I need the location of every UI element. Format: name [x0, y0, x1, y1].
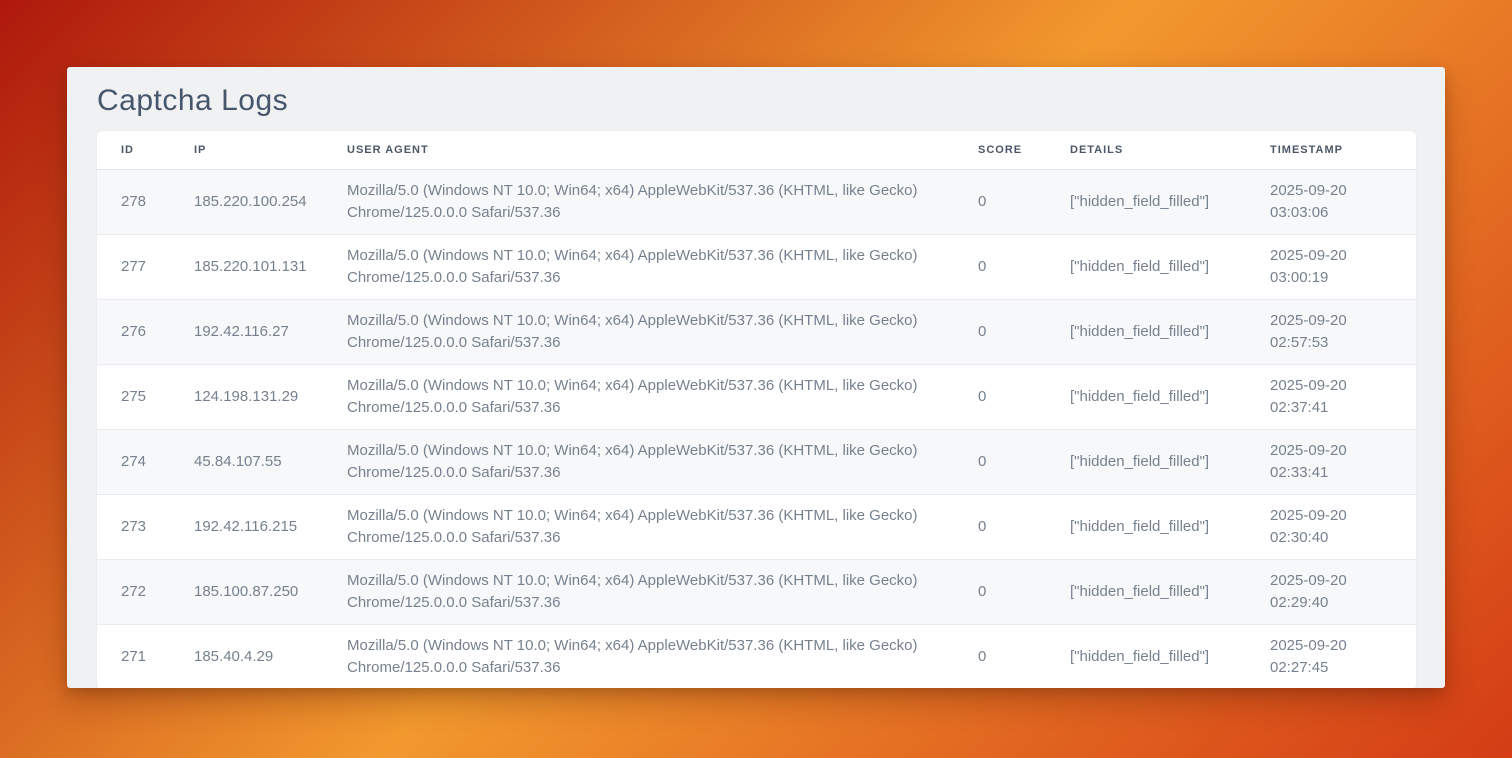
cell-timestamp: 2025-09-20 02:27:45 — [1246, 624, 1416, 688]
cell-id: 276 — [97, 299, 170, 364]
cell-ip: 185.100.87.250 — [170, 559, 323, 624]
cell-details: ["hidden_field_filled"] — [1046, 364, 1246, 429]
column-header-score: SCORE — [954, 131, 1046, 169]
cell-id: 275 — [97, 364, 170, 429]
cell-score: 0 — [954, 429, 1046, 494]
cell-timestamp: 2025-09-20 02:29:40 — [1246, 559, 1416, 624]
table-header: ID IP USER AGENT SCORE DETAILS TIMESTAMP — [97, 131, 1416, 169]
cell-score: 0 — [954, 299, 1046, 364]
cell-details: ["hidden_field_filled"] — [1046, 429, 1246, 494]
cell-details: ["hidden_field_filled"] — [1046, 494, 1246, 559]
column-header-timestamp: TIMESTAMP — [1246, 131, 1416, 169]
table-row: 278185.220.100.254Mozilla/5.0 (Windows N… — [97, 169, 1416, 234]
table-body: 278185.220.100.254Mozilla/5.0 (Windows N… — [97, 169, 1416, 688]
cell-details: ["hidden_field_filled"] — [1046, 234, 1246, 299]
cell-user-agent: Mozilla/5.0 (Windows NT 10.0; Win64; x64… — [323, 494, 954, 559]
cell-ip: 192.42.116.27 — [170, 299, 323, 364]
cell-user-agent: Mozilla/5.0 (Windows NT 10.0; Win64; x64… — [323, 429, 954, 494]
cell-user-agent: Mozilla/5.0 (Windows NT 10.0; Win64; x64… — [323, 559, 954, 624]
cell-timestamp: 2025-09-20 02:37:41 — [1246, 364, 1416, 429]
cell-user-agent: Mozilla/5.0 (Windows NT 10.0; Win64; x64… — [323, 364, 954, 429]
table-row: 276192.42.116.27Mozilla/5.0 (Windows NT … — [97, 299, 1416, 364]
cell-score: 0 — [954, 169, 1046, 234]
cell-id: 273 — [97, 494, 170, 559]
cell-timestamp: 2025-09-20 02:30:40 — [1246, 494, 1416, 559]
cell-ip: 124.198.131.29 — [170, 364, 323, 429]
cell-ip: 185.220.100.254 — [170, 169, 323, 234]
table-row: 277185.220.101.131Mozilla/5.0 (Windows N… — [97, 234, 1416, 299]
cell-timestamp: 2025-09-20 03:00:19 — [1246, 234, 1416, 299]
column-header-id: ID — [97, 131, 170, 169]
cell-ip: 185.220.101.131 — [170, 234, 323, 299]
captcha-logs-card: Captcha Logs ID IP USER AGENT SCORE DETA… — [67, 67, 1445, 688]
cell-id: 271 — [97, 624, 170, 688]
cell-id: 272 — [97, 559, 170, 624]
column-header-details: DETAILS — [1046, 131, 1246, 169]
cell-details: ["hidden_field_filled"] — [1046, 299, 1246, 364]
cell-score: 0 — [954, 494, 1046, 559]
cell-ip: 192.42.116.215 — [170, 494, 323, 559]
cell-timestamp: 2025-09-20 03:03:06 — [1246, 169, 1416, 234]
cell-score: 0 — [954, 624, 1046, 688]
cell-timestamp: 2025-09-20 02:57:53 — [1246, 299, 1416, 364]
cell-details: ["hidden_field_filled"] — [1046, 624, 1246, 688]
cell-ip: 45.84.107.55 — [170, 429, 323, 494]
captcha-logs-table-container: ID IP USER AGENT SCORE DETAILS TIMESTAMP… — [97, 131, 1416, 688]
captcha-logs-table: ID IP USER AGENT SCORE DETAILS TIMESTAMP… — [97, 131, 1416, 688]
table-row: 275124.198.131.29Mozilla/5.0 (Windows NT… — [97, 364, 1416, 429]
cell-score: 0 — [954, 364, 1046, 429]
page-title: Captcha Logs — [67, 67, 1445, 119]
cell-details: ["hidden_field_filled"] — [1046, 559, 1246, 624]
table-row: 271185.40.4.29Mozilla/5.0 (Windows NT 10… — [97, 624, 1416, 688]
table-row: 272185.100.87.250Mozilla/5.0 (Windows NT… — [97, 559, 1416, 624]
table-header-row: ID IP USER AGENT SCORE DETAILS TIMESTAMP — [97, 131, 1416, 169]
cell-timestamp: 2025-09-20 02:33:41 — [1246, 429, 1416, 494]
cell-user-agent: Mozilla/5.0 (Windows NT 10.0; Win64; x64… — [323, 624, 954, 688]
cell-ip: 185.40.4.29 — [170, 624, 323, 688]
cell-score: 0 — [954, 234, 1046, 299]
cell-id: 277 — [97, 234, 170, 299]
cell-id: 278 — [97, 169, 170, 234]
cell-user-agent: Mozilla/5.0 (Windows NT 10.0; Win64; x64… — [323, 234, 954, 299]
column-header-ip: IP — [170, 131, 323, 169]
cell-user-agent: Mozilla/5.0 (Windows NT 10.0; Win64; x64… — [323, 169, 954, 234]
table-row: 27445.84.107.55Mozilla/5.0 (Windows NT 1… — [97, 429, 1416, 494]
cell-details: ["hidden_field_filled"] — [1046, 169, 1246, 234]
cell-id: 274 — [97, 429, 170, 494]
column-header-user-agent: USER AGENT — [323, 131, 954, 169]
table-row: 273192.42.116.215Mozilla/5.0 (Windows NT… — [97, 494, 1416, 559]
cell-score: 0 — [954, 559, 1046, 624]
cell-user-agent: Mozilla/5.0 (Windows NT 10.0; Win64; x64… — [323, 299, 954, 364]
